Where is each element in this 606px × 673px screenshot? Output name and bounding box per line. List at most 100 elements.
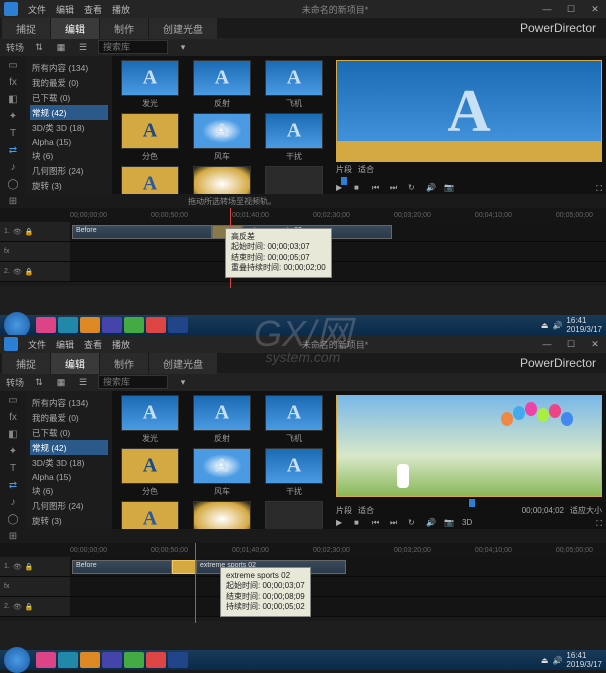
- transition-thumb[interactable]: A发光: [116, 60, 184, 109]
- transition-thumb[interactable]: A干扰: [260, 113, 328, 162]
- cat-item[interactable]: 我的最爱 (0): [30, 75, 108, 90]
- video-lane-2[interactable]: [70, 597, 606, 616]
- tab-produce[interactable]: 制作: [100, 18, 148, 39]
- menu-file[interactable]: 文件: [28, 338, 46, 351]
- transition-thumb[interactable]: A风车: [188, 113, 256, 162]
- maximize-icon[interactable]: ☐: [564, 337, 578, 351]
- play-icon[interactable]: ▶: [336, 518, 348, 530]
- video-lane[interactable]: Before extreme sports 02: [70, 222, 606, 241]
- taskbar-icon[interactable]: [168, 317, 188, 333]
- cat-item[interactable]: 常规 (42): [30, 105, 108, 120]
- transition-thumb[interactable]: A分色: [116, 113, 184, 162]
- taskbar-icon[interactable]: [80, 652, 100, 668]
- pip-room-icon[interactable]: ◧: [5, 94, 21, 105]
- chapter-room-icon[interactable]: ⊞: [5, 196, 21, 207]
- taskbar-icon[interactable]: [58, 317, 78, 333]
- tray-icon[interactable]: ⏏: [541, 656, 549, 665]
- transition-thumb[interactable]: 光晕: [188, 166, 256, 194]
- taskbar-icon[interactable]: [36, 652, 56, 668]
- audio-room-icon[interactable]: ♪: [5, 497, 21, 508]
- clip-before[interactable]: Before: [72, 560, 172, 574]
- transition-thumb[interactable]: A风车: [188, 448, 256, 497]
- tab-disc[interactable]: 创建光盘: [149, 353, 217, 374]
- transition-thumb[interactable]: A反射: [188, 60, 256, 109]
- transition-thumb[interactable]: A发光: [116, 395, 184, 444]
- volume-tray-icon[interactable]: 🔊: [552, 656, 562, 665]
- tab-edit[interactable]: 编辑: [51, 18, 99, 39]
- transition-thumb[interactable]: 绘画: [260, 166, 328, 194]
- chapter-room-icon[interactable]: ⊞: [5, 531, 21, 542]
- search-input[interactable]: [98, 40, 168, 54]
- system-tray[interactable]: ⏏ 🔊 16:412019/3/17: [541, 316, 602, 334]
- pip-room-icon[interactable]: ◧: [5, 429, 21, 440]
- voice-room-icon[interactable]: ◯: [5, 179, 21, 190]
- eye-icon[interactable]: 👁: [13, 228, 22, 236]
- cat-item[interactable]: 擦除 (适用于黑...: [30, 193, 108, 194]
- title-room-icon[interactable]: T: [5, 463, 21, 474]
- taskbar-icon[interactable]: [168, 652, 188, 668]
- lock-icon[interactable]: 🔒: [25, 268, 34, 276]
- transition-thumb[interactable]: A高反差: [116, 501, 184, 529]
- video-lane[interactable]: Before extreme sports 02: [70, 557, 606, 576]
- cat-item[interactable]: Alpha (15): [30, 135, 108, 148]
- menu-play[interactable]: 播放: [112, 3, 130, 16]
- cat-item[interactable]: 旋转 (3): [30, 178, 108, 193]
- cat-item[interactable]: 常规 (42): [30, 440, 108, 455]
- cat-item[interactable]: 已下载 (0): [30, 425, 108, 440]
- taskbar-icon[interactable]: [146, 317, 166, 333]
- eye-icon[interactable]: 👁: [13, 563, 22, 571]
- cat-item[interactable]: 几何图形 (24): [30, 498, 108, 513]
- close-icon[interactable]: ✕: [588, 337, 602, 351]
- transition-thumb[interactable]: 绘画: [260, 501, 328, 529]
- timeline-ruler[interactable]: 00;00;00;0000;00;50;0000;01;40;0000;02;3…: [0, 543, 606, 557]
- cat-item[interactable]: 3D/类 3D (18): [30, 120, 108, 135]
- sort-icon[interactable]: ⇅: [32, 40, 46, 54]
- 3d-icon[interactable]: 3D: [462, 518, 474, 530]
- particle-room-icon[interactable]: ✦: [5, 446, 21, 457]
- menu-edit[interactable]: 编辑: [56, 3, 74, 16]
- tab-disc[interactable]: 创建光盘: [149, 18, 217, 39]
- menu-view[interactable]: 查看: [84, 338, 102, 351]
- lock-icon[interactable]: 🔒: [25, 563, 34, 571]
- tab-produce[interactable]: 制作: [100, 353, 148, 374]
- fit-label[interactable]: 适合: [358, 505, 374, 516]
- cat-item[interactable]: 块 (6): [30, 483, 108, 498]
- fx-room-icon[interactable]: fx: [5, 77, 21, 88]
- taskbar-icon[interactable]: [80, 317, 100, 333]
- transition-thumb[interactable]: A分色: [116, 448, 184, 497]
- taskbar-icon[interactable]: [102, 652, 122, 668]
- grid-icon[interactable]: ▦: [54, 40, 68, 54]
- transition-thumb[interactable]: A飞机: [260, 395, 328, 444]
- taskbar-icon[interactable]: [58, 652, 78, 668]
- grid-icon[interactable]: ▦: [54, 375, 68, 389]
- transition-thumb[interactable]: 光晕: [188, 501, 256, 529]
- cat-item[interactable]: Alpha (15): [30, 470, 108, 483]
- system-tray[interactable]: ⏏ 🔊 16:412019/3/17: [541, 651, 602, 669]
- taskbar-icon[interactable]: [124, 652, 144, 668]
- lock-icon[interactable]: 🔒: [25, 603, 34, 611]
- snapshot-icon[interactable]: 📷: [444, 518, 456, 530]
- particle-room-icon[interactable]: ✦: [5, 111, 21, 122]
- media-room-icon[interactable]: ▭: [5, 395, 21, 406]
- library-mode[interactable]: 转场: [6, 41, 24, 54]
- dock-icon[interactable]: ⛶: [596, 519, 602, 529]
- preview-video[interactable]: [336, 395, 602, 497]
- clip-transition-selected[interactable]: [172, 560, 196, 574]
- list-icon[interactable]: ☰: [76, 375, 90, 389]
- volume-icon[interactable]: 🔊: [426, 183, 438, 195]
- cat-item[interactable]: 旋转 (3): [30, 513, 108, 528]
- next-icon[interactable]: ⏭: [390, 183, 402, 195]
- dock-icon[interactable]: ⛶: [596, 184, 602, 194]
- title-room-icon[interactable]: T: [5, 128, 21, 139]
- tray-icon[interactable]: ⏏: [541, 321, 549, 330]
- prev-icon[interactable]: ⏮: [372, 518, 384, 530]
- taskbar-icon[interactable]: [146, 652, 166, 668]
- taskbar-icon[interactable]: [36, 317, 56, 333]
- lock-icon[interactable]: 🔒: [25, 228, 34, 236]
- volume-tray-icon[interactable]: 🔊: [552, 321, 562, 330]
- taskbar-icon[interactable]: [124, 317, 144, 333]
- cat-item[interactable]: 擦除 (适用于黑...: [30, 528, 108, 529]
- playhead[interactable]: [195, 543, 196, 623]
- transition-thumb[interactable]: A高反差: [116, 166, 184, 194]
- close-icon[interactable]: ✕: [588, 2, 602, 16]
